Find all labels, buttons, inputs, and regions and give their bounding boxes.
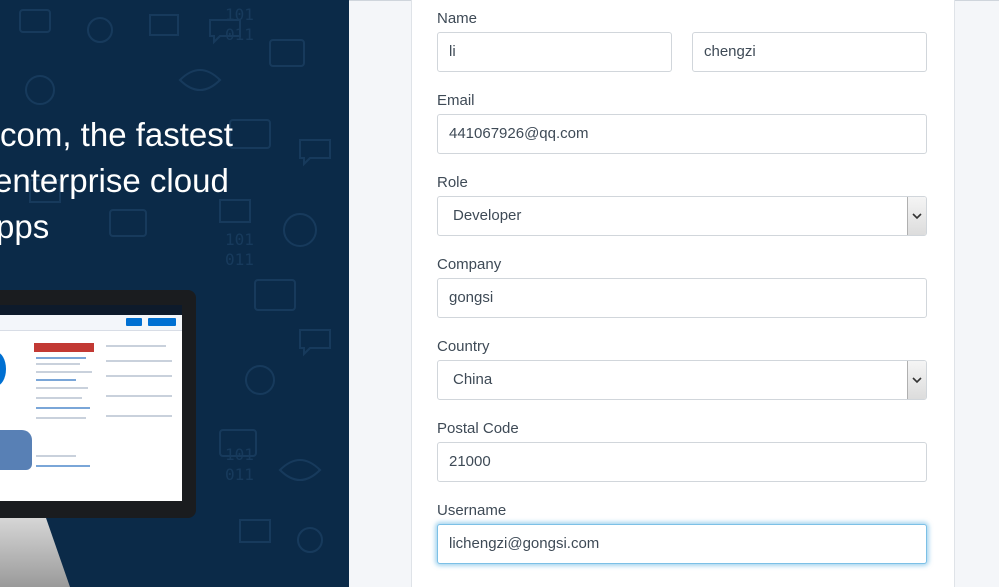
country-selected-value: China bbox=[453, 371, 493, 388]
company-label: Company bbox=[437, 256, 502, 273]
hero-headline-line-3: pps bbox=[0, 208, 50, 245]
company-input[interactable]: gongsi bbox=[437, 278, 927, 318]
country-dropdown-button[interactable] bbox=[907, 361, 926, 399]
screen-text-line bbox=[36, 417, 86, 419]
screen-red-card bbox=[34, 343, 94, 352]
screen-text-line bbox=[106, 395, 172, 397]
screen-text-line bbox=[106, 345, 166, 347]
chevron-down-icon bbox=[912, 213, 922, 220]
postal-code-label: Postal Code bbox=[437, 420, 519, 437]
screen-topbar bbox=[0, 305, 182, 315]
email-label: Email bbox=[437, 92, 475, 109]
role-select[interactable]: Developer bbox=[437, 196, 927, 236]
hero-headline-line-2: enterprise cloud bbox=[0, 162, 229, 199]
screen-text-line bbox=[106, 360, 172, 362]
username-input[interactable]: lichengzi@gongsi.com bbox=[437, 524, 927, 564]
hero-headline-line-1: com, the fastest bbox=[0, 116, 233, 153]
screen-text-line bbox=[36, 363, 80, 365]
screen-text-line bbox=[36, 397, 82, 399]
hero-headline: com, the fastest enterprise cloud pps bbox=[0, 112, 349, 250]
svg-text:101: 101 bbox=[225, 5, 254, 24]
email-input[interactable]: 441067926@qq.com bbox=[437, 114, 927, 154]
username-label: Username bbox=[437, 502, 507, 519]
role-selected-value: Developer bbox=[453, 207, 522, 224]
last-name-input[interactable]: chengzi bbox=[692, 32, 927, 72]
screen-mini-button bbox=[126, 318, 142, 326]
screen-pie-chart bbox=[0, 352, 6, 386]
screen-text-line bbox=[36, 387, 88, 389]
postal-code-input[interactable]: 21000 bbox=[437, 442, 927, 482]
screen-text-line bbox=[36, 455, 76, 457]
chevron-down-icon bbox=[912, 377, 922, 384]
monitor-screen-image bbox=[0, 305, 182, 501]
role-label: Role bbox=[437, 174, 468, 191]
screen-text-line bbox=[106, 415, 172, 417]
first-name-input[interactable]: li bbox=[437, 32, 672, 72]
country-select[interactable]: China bbox=[437, 360, 927, 400]
svg-text:101: 101 bbox=[225, 445, 254, 464]
name-label: Name bbox=[437, 10, 478, 27]
svg-text:011: 011 bbox=[225, 465, 254, 484]
screen-text-line bbox=[36, 357, 86, 359]
screen-map bbox=[0, 430, 32, 470]
screen-text-line bbox=[36, 465, 90, 467]
hero-panel: 101 011 101 011 101 011 com, the fastest en… bbox=[0, 0, 349, 587]
screen-mini-button bbox=[148, 318, 176, 326]
country-label: Country bbox=[437, 338, 490, 355]
screen-text-line bbox=[36, 379, 76, 381]
role-dropdown-button[interactable] bbox=[907, 197, 926, 235]
screen-text-line bbox=[36, 407, 90, 409]
svg-text:011: 011 bbox=[225, 250, 254, 269]
screen-text-line bbox=[36, 371, 92, 373]
svg-text:011: 011 bbox=[225, 25, 254, 44]
screen-text-line bbox=[106, 375, 172, 377]
